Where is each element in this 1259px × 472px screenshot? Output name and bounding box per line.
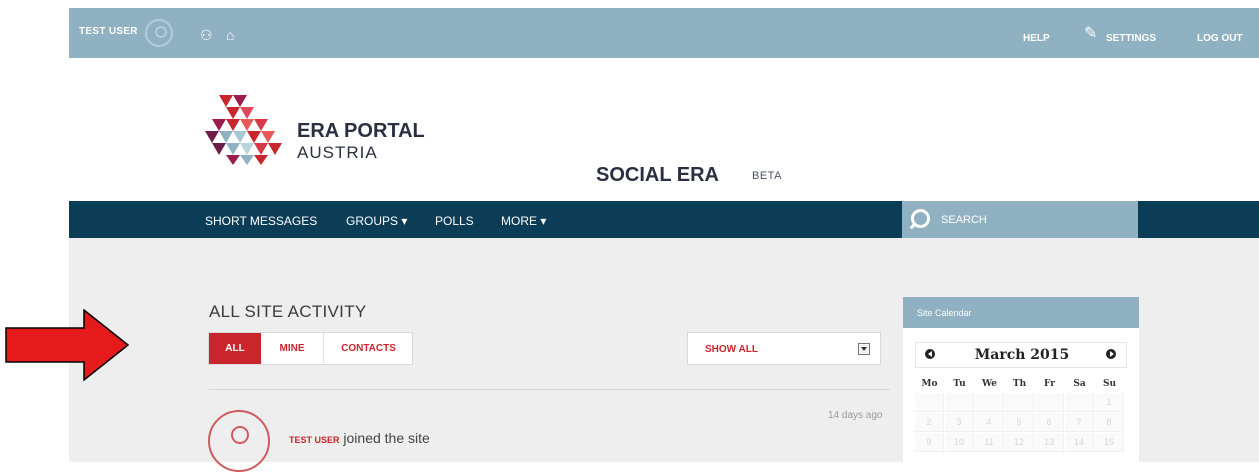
calendar-day[interactable]: 12 (1005, 433, 1034, 452)
era-portal-logo[interactable] (205, 95, 291, 165)
user-avatar-icon[interactable] (208, 410, 270, 472)
next-month-icon[interactable] (1106, 349, 1116, 359)
activity-action: joined the site (339, 430, 430, 446)
settings-link[interactable]: SETTINGS (1106, 33, 1156, 44)
select-value: SHOW ALL (705, 344, 758, 355)
filter-all-button[interactable]: ALL (209, 333, 261, 364)
nav-short-messages[interactable]: SHORT MESSAGES (205, 214, 317, 228)
calendar-day[interactable]: 14 (1065, 433, 1094, 452)
filter-contacts-button[interactable]: CONTACTS (323, 333, 413, 364)
filter-mine-button[interactable]: MINE (261, 333, 323, 364)
calendar-day[interactable]: 5 (1005, 413, 1034, 432)
notifications-icon[interactable]: ⌂ (226, 28, 234, 42)
calendar-day[interactable]: 15 (1095, 433, 1124, 452)
brand-subtitle: AUSTRIA (297, 143, 378, 162)
beta-badge: BETA (752, 170, 782, 182)
calendar-day[interactable]: 8 (1095, 413, 1124, 432)
nav-polls[interactable]: POLLS (435, 214, 474, 228)
calendar-day[interactable]: 2 (915, 413, 944, 432)
product-name: SOCIAL ERA (596, 164, 719, 186)
logout-link[interactable]: LOG OUT (1197, 33, 1243, 44)
calendar-day[interactable]: 4 (975, 413, 1004, 432)
calendar-day (915, 393, 944, 412)
red-arrow-annotation (5, 309, 130, 381)
activity-user-link[interactable]: TEST USER (289, 435, 340, 445)
user-name-link[interactable]: TEST USER (79, 26, 138, 37)
calendar-weekday: Mo (921, 379, 938, 389)
wrench-icon: ✎ (1084, 25, 1098, 42)
calendar-weekday: Sa (1073, 379, 1086, 389)
search-icon (911, 209, 930, 228)
activity-item-text: TEST USER joined the site (289, 430, 430, 446)
activity-timestamp: 14 days ago (828, 410, 883, 421)
nav-more[interactable]: MORE ▾ (501, 214, 546, 228)
calendar-weekday: Tu (953, 379, 966, 389)
calendar-weekday: Fr (1044, 379, 1055, 389)
activity-type-select[interactable]: SHOW ALL (687, 332, 881, 365)
calendar-weekday: Th (1012, 379, 1027, 389)
calendar-day (1035, 393, 1064, 412)
calendar-day (1005, 393, 1034, 412)
help-link[interactable]: HELP (1023, 33, 1050, 44)
calendar-header: Site Calendar (903, 297, 1139, 328)
calendar-day[interactable]: 11 (975, 433, 1004, 452)
calendar-day[interactable]: 10 (945, 433, 974, 452)
nav-groups[interactable]: GROUPS ▾ (346, 214, 407, 228)
avatar-icon[interactable] (145, 19, 173, 47)
main-navigation: SHORT MESSAGES GROUPS ▾ POLLS MORE ▾ SEA… (69, 201, 1259, 238)
calendar-weekday: Su (1102, 379, 1117, 389)
calendar-day[interactable]: 6 (1035, 413, 1064, 432)
calendar-month-nav: March 2015 (915, 342, 1127, 368)
contacts-icon[interactable]: ⚇ (200, 28, 213, 42)
calendar-day[interactable]: 1 (1095, 393, 1124, 412)
calendar-title: Site Calendar (917, 308, 972, 318)
calendar-day[interactable]: 7 (1065, 413, 1094, 432)
calendar-month-label: March 2015 (974, 347, 1070, 363)
calendar-day[interactable]: 3 (945, 413, 974, 432)
calendar-day (975, 393, 1004, 412)
brand-name: ERA PORTAL (297, 120, 425, 142)
activity-filter-tabs: ALL MINE CONTACTS (208, 332, 413, 365)
top-bar: TEST USER ⚇ ⌂ HELP ✎ SETTINGS LOG OUT (69, 8, 1259, 58)
search-box[interactable]: SEARCH (902, 201, 1138, 238)
dropdown-arrow-icon[interactable] (858, 343, 870, 355)
page-title: ALL SITE ACTIVITY (209, 302, 367, 321)
calendar-day[interactable]: 9 (915, 433, 944, 452)
divider (209, 389, 890, 390)
calendar-day (1065, 393, 1094, 412)
calendar-day[interactable]: 13 (1035, 433, 1064, 452)
calendar-day (945, 393, 974, 412)
search-placeholder: SEARCH (941, 214, 987, 226)
calendar-weekday: We (981, 379, 998, 389)
